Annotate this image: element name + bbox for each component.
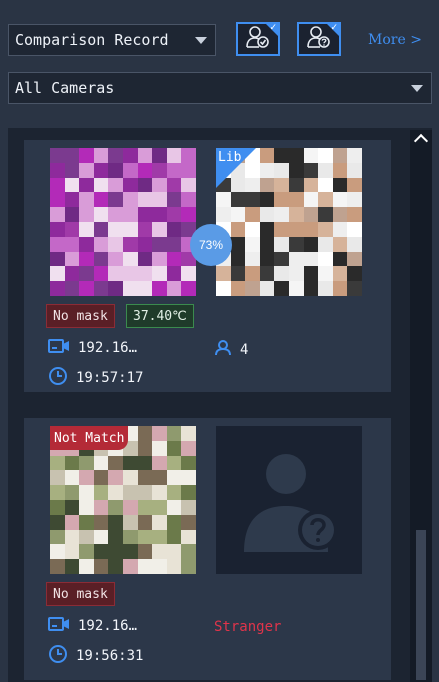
- camera-info: 192.16…: [48, 338, 137, 358]
- capture-time: 19:57:17: [76, 370, 144, 386]
- capture-time: 19:56:31: [76, 648, 144, 664]
- record-list[interactable]: Lib 73% No mask 37.40℃ 192.16… 4 19:57:1…: [8, 128, 432, 682]
- chevron-down-icon: [195, 37, 207, 44]
- record-card[interactable]: Lib 73% No mask 37.40℃ 192.16… 4 19:57:1…: [24, 140, 391, 392]
- camera-info: 192.16…: [48, 616, 137, 636]
- filter-matched-button[interactable]: ✓: [236, 22, 280, 56]
- time-info: 19:56:31: [48, 644, 143, 668]
- mask-status-badge: No mask: [46, 304, 115, 328]
- captured-face-image[interactable]: Not Match: [50, 426, 196, 574]
- chevron-up-icon[interactable]: [413, 133, 429, 149]
- camera-icon: [48, 338, 78, 358]
- toolbar: Comparison Record ✓ ✓ More > All Cameras: [0, 0, 439, 118]
- record-card[interactable]: Not Match No mask 192.16… Stranger 19:56…: [24, 418, 391, 680]
- captured-face-image[interactable]: [50, 148, 196, 296]
- more-link[interactable]: More >: [368, 32, 422, 48]
- record-type-select[interactable]: Comparison Record: [8, 24, 216, 56]
- check-icon: ✓: [269, 23, 277, 33]
- match-count: 4: [240, 342, 249, 358]
- clock-icon: [48, 366, 76, 390]
- check-icon: ✓: [330, 23, 338, 33]
- chevron-down-icon: [411, 85, 423, 92]
- library-face-image[interactable]: Lib: [216, 148, 362, 296]
- camera-select[interactable]: All Cameras: [8, 72, 432, 104]
- scrollbar-thumb[interactable]: [416, 530, 426, 680]
- filter-stranger-button[interactable]: ✓: [297, 22, 341, 56]
- temperature-badge: 37.40℃: [126, 304, 194, 328]
- camera-ip: 192.16…: [78, 340, 138, 356]
- stranger-label: Stranger: [214, 619, 282, 635]
- person-icon: [214, 340, 240, 360]
- unknown-person-icon: [216, 454, 362, 578]
- mask-status-badge: No mask: [46, 582, 115, 606]
- scrollbar[interactable]: [410, 130, 432, 682]
- camera-ip: 192.16…: [78, 618, 138, 634]
- match-status-tag: Not Match: [50, 426, 129, 450]
- record-type-value: Comparison Record: [15, 31, 169, 49]
- similarity-score: 73%: [190, 224, 232, 266]
- camera-select-value: All Cameras: [15, 79, 115, 97]
- time-info: 19:57:17: [48, 366, 143, 390]
- unknown-person-placeholder: [216, 426, 362, 574]
- camera-icon: [48, 616, 78, 636]
- clock-icon: [48, 644, 76, 668]
- match-count-info: 4: [214, 340, 248, 360]
- library-tag-label: Lib: [218, 150, 242, 165]
